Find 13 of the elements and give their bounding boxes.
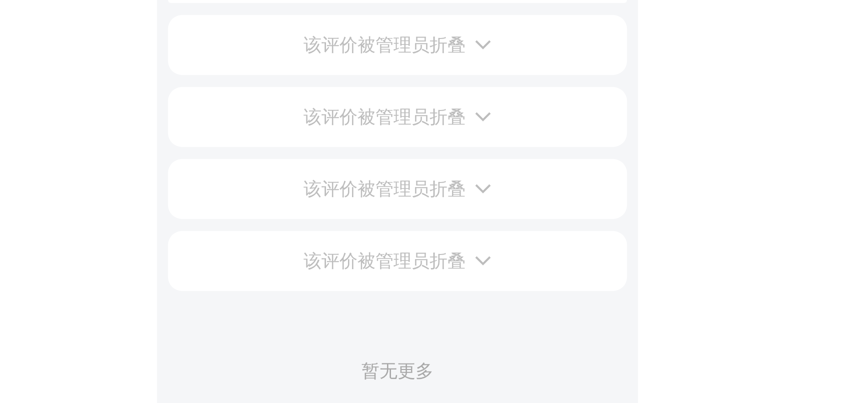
collapsed-review-card[interactable]: 该评价被管理员折叠 bbox=[168, 15, 627, 75]
no-more-text: 暂无更多 bbox=[360, 360, 434, 383]
chevron-down-icon bbox=[474, 39, 492, 51]
chevron-down-icon bbox=[474, 183, 492, 195]
collapsed-notice: 该评价被管理员折叠 bbox=[304, 250, 466, 273]
collapsed-review-card[interactable]: 该评价被管理员折叠 bbox=[168, 159, 627, 219]
collapsed-notice: 该评价被管理员折叠 bbox=[304, 34, 466, 57]
collapsed-review-card[interactable]: 该评价被管理员折叠 bbox=[168, 87, 627, 147]
chevron-down-icon bbox=[474, 111, 492, 123]
collapsed-notice: 该评价被管理员折叠 bbox=[304, 106, 466, 129]
collapsed-notice: 该评价被管理员折叠 bbox=[304, 178, 466, 201]
chevron-down-icon bbox=[474, 255, 492, 267]
collapsed-review-card[interactable]: 该评价被管理员折叠 bbox=[168, 231, 627, 291]
